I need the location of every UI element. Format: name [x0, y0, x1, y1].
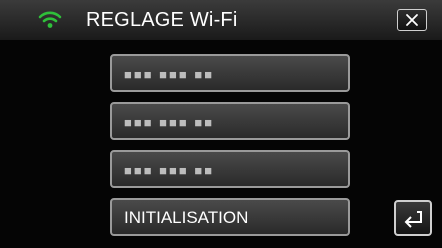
- close-button[interactable]: [397, 9, 427, 31]
- item-label: INITIALISATION: [124, 208, 249, 227]
- wifi-icon: [38, 9, 62, 29]
- wifi-setting-item-2[interactable]: ■■■ ■■■ ■■: [110, 102, 350, 140]
- initialisation-button[interactable]: INITIALISATION: [110, 198, 350, 236]
- wifi-setting-item-3[interactable]: ■■■ ■■■ ■■: [110, 150, 350, 188]
- item-label: ■■■ ■■■ ■■: [124, 115, 215, 130]
- header-bar: REGLAGE Wi-Fi: [0, 0, 442, 40]
- close-icon: [406, 14, 418, 26]
- back-button[interactable]: [394, 200, 432, 236]
- item-label: ■■■ ■■■ ■■: [124, 67, 215, 82]
- back-arrow-icon: [404, 211, 422, 228]
- page-title: REGLAGE Wi-Fi: [86, 9, 238, 31]
- item-label: ■■■ ■■■ ■■: [124, 163, 215, 178]
- wifi-setting-item-1[interactable]: ■■■ ■■■ ■■: [110, 54, 350, 92]
- settings-list: ■■■ ■■■ ■■ ■■■ ■■■ ■■ ■■■ ■■■ ■■ INITIAL…: [0, 40, 442, 248]
